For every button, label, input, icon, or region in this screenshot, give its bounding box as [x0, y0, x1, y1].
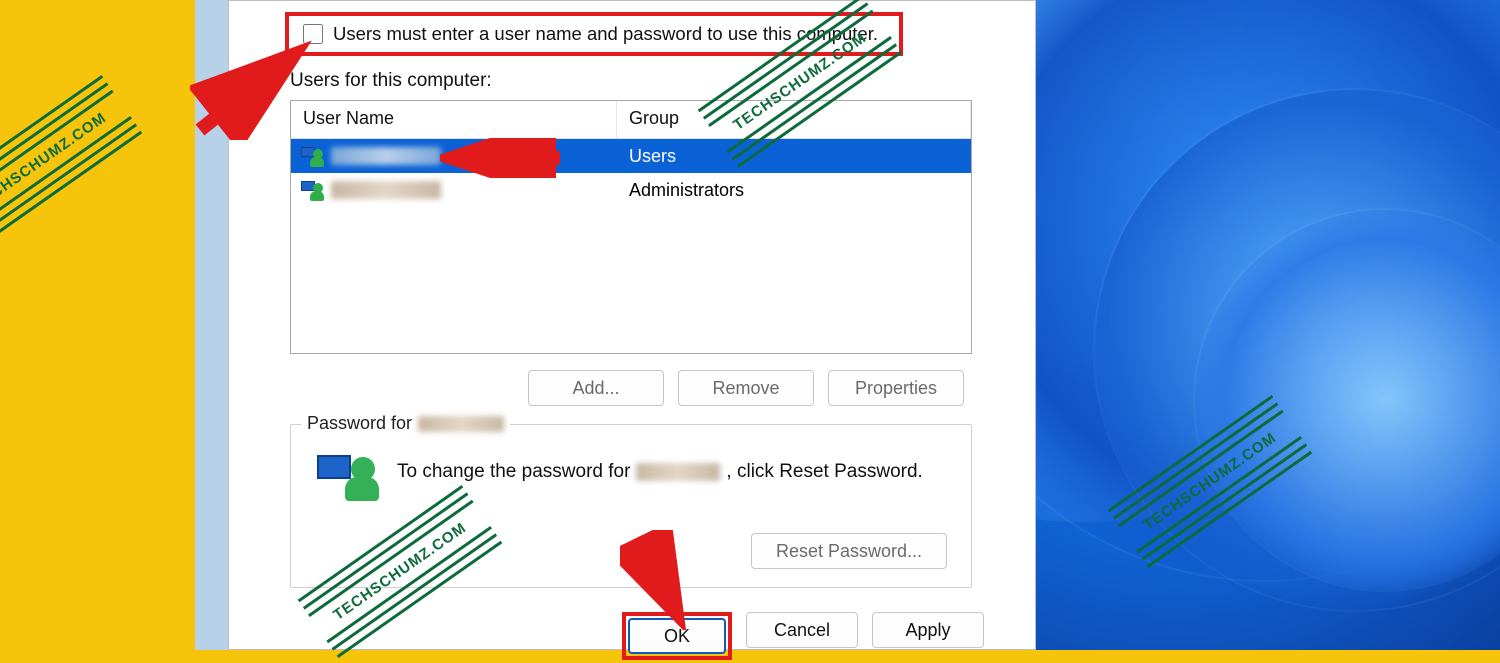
user-properties-button[interactable]: Properties [828, 370, 964, 406]
add-user-button[interactable]: Add... [528, 370, 664, 406]
user-avatar-icon [317, 451, 377, 509]
user-list-buttons: Add... Remove Properties [528, 370, 964, 406]
username-redacted [636, 463, 720, 481]
annotation-arrow-user-row [440, 138, 570, 178]
cancel-button[interactable]: Cancel [746, 612, 858, 648]
column-header-username[interactable]: User Name [291, 101, 617, 138]
watermark: TECHSCHUMZ.COM [0, 70, 146, 253]
user-icon [301, 179, 323, 201]
password-group-legend-text: Password for [307, 413, 412, 434]
desktop-wallpaper [1035, 0, 1500, 650]
annotation-arrow-ok [620, 530, 700, 630]
reset-password-button[interactable]: Reset Password... [751, 533, 947, 569]
password-group-legend: Password for [301, 413, 510, 434]
username-redacted [331, 147, 441, 165]
users-for-computer-label: Users for this computer: [290, 70, 492, 92]
password-msg-b: , click Reset Password. [726, 461, 922, 483]
require-password-label: Users must enter a user name and passwor… [333, 23, 878, 45]
username-redacted [331, 181, 441, 199]
apply-button[interactable]: Apply [872, 612, 984, 648]
user-row[interactable]: Administrators [291, 173, 971, 207]
require-password-checkbox-row: Users must enter a user name and passwor… [285, 12, 903, 56]
user-row[interactable]: Users [291, 139, 971, 173]
watermark-text: TECHSCHUMZ.COM [0, 97, 127, 226]
remove-user-button[interactable]: Remove [678, 370, 814, 406]
username-redacted [418, 416, 504, 432]
user-row-group: Users [617, 146, 971, 167]
annotation-arrow-checkbox [190, 40, 320, 140]
user-row-group: Administrators [617, 180, 971, 201]
user-icon [301, 145, 323, 167]
users-list-header: User Name Group [291, 101, 971, 139]
column-header-group[interactable]: Group [617, 101, 971, 138]
password-msg-a: To change the password for [397, 461, 630, 483]
users-list[interactable]: User Name Group Users Administrators [290, 100, 972, 354]
password-change-message: To change the password for , click Reset… [397, 461, 923, 483]
